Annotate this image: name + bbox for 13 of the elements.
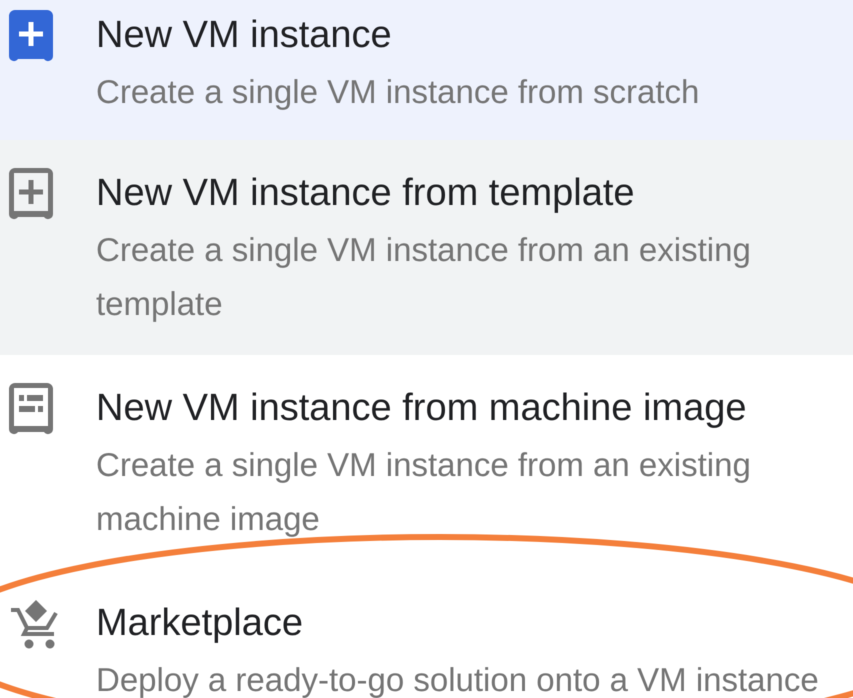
item-description: Create a single VM instance from an existing template xyxy=(96,230,752,324)
item-title: New VM instance from machine image xyxy=(96,386,748,431)
item-description: Create a single VM instance from scratch xyxy=(96,72,700,112)
add-icon xyxy=(9,168,53,220)
add-icon xyxy=(9,10,53,62)
item-description: Create a single VM instance from an existing machine image xyxy=(96,445,752,539)
item-title: New VM instance xyxy=(96,13,393,58)
item-description: Deploy a ready-to-go solution onto a VM instance xyxy=(96,660,820,698)
item-title: Marketplace xyxy=(96,601,304,646)
menu-item[interactable]: New VM instance from template Create a single VM instance from an existing template xyxy=(0,140,853,355)
item-title: New VM instance from template xyxy=(96,171,636,216)
server-icon xyxy=(9,383,53,435)
menu-item[interactable]: New VM instance Create a single VM instance from scratch xyxy=(0,0,853,140)
